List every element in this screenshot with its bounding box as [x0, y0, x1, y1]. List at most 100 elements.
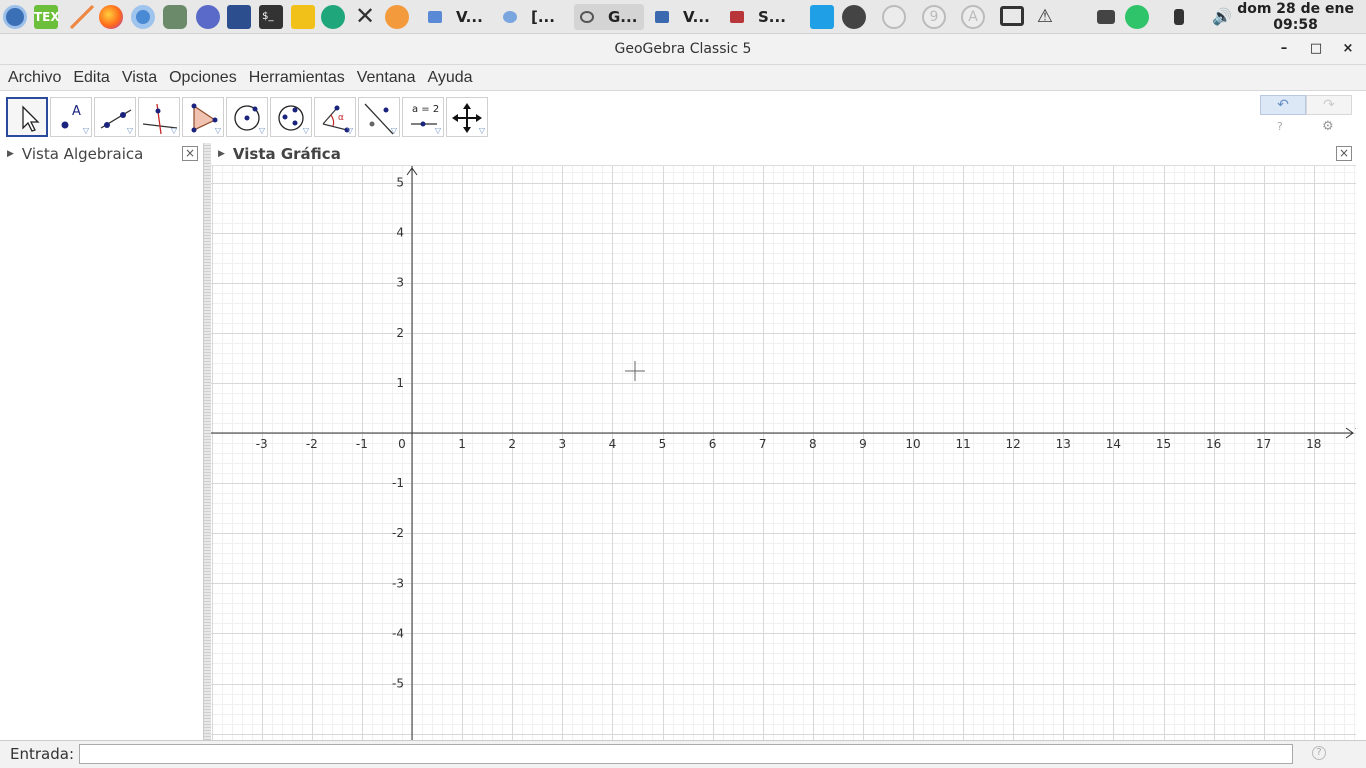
firefox-icon[interactable]: [99, 5, 123, 29]
menu-ventana[interactable]: Ventana: [357, 69, 416, 87]
menu-herramientas[interactable]: Herramientas: [249, 69, 345, 87]
y-tick-label: -4: [392, 626, 404, 640]
wifi-icon[interactable]: [1063, 5, 1091, 29]
network-graph-icon[interactable]: [196, 5, 220, 29]
line-tool-button[interactable]: ▽: [94, 97, 136, 137]
y-tick-label: 4: [396, 226, 404, 240]
coordinate-grid[interactable]: -3 -2 -1 0 1 2 3 4 5 6 7 8 9 10 11 12 13 14 15 16 17 18 54321…: [211, 166, 1356, 740]
mega-icon[interactable]: [810, 5, 834, 29]
sync-icon[interactable]: [321, 5, 345, 29]
close-graphics-view-button[interactable]: ×: [1336, 146, 1352, 161]
x-tick-label: 4: [609, 437, 617, 451]
angle-tool-button[interactable]: α ▽: [314, 97, 356, 137]
nine-icon[interactable]: 9: [922, 5, 946, 29]
x-tick-label: 9: [859, 437, 867, 451]
geogebra-launcher-icon[interactable]: [163, 5, 187, 29]
reflect-tool-button[interactable]: ▽: [358, 97, 400, 137]
chromium-icon[interactable]: [131, 5, 155, 29]
chevron-down-icon: ▽: [214, 126, 221, 135]
terminal-icon[interactable]: $_: [259, 5, 283, 29]
browser-icon: [503, 11, 517, 23]
input-help-icon[interactable]: ?: [1312, 746, 1326, 760]
collapse-arrow-icon[interactable]: ▶: [7, 149, 14, 159]
close-window-button[interactable]: ×: [1340, 41, 1356, 57]
clock[interactable]: dom 28 de ene 09:58: [1237, 1, 1354, 33]
redo-button[interactable]: ↷: [1306, 95, 1352, 115]
maximize-button[interactable]: □: [1308, 41, 1324, 57]
tex-icon[interactable]: TEX: [34, 5, 60, 29]
menu-ayuda[interactable]: Ayuda: [427, 69, 472, 87]
screen-icon[interactable]: [227, 5, 251, 29]
menu-vista[interactable]: Vista: [122, 69, 157, 87]
taskbar-window-4[interactable]: V...: [655, 4, 710, 30]
graphics-canvas[interactable]: -3 -2 -1 0 1 2 3 4 5 6 7 8 9 10 11 12 13 14 15 16 17 18 54321…: [211, 165, 1356, 740]
x-tick-label: 3: [558, 437, 566, 451]
polygon-tool-button[interactable]: ▽: [182, 97, 224, 137]
circle-tool-button[interactable]: ▽: [226, 97, 268, 137]
x-tick-label: 7: [759, 437, 767, 451]
gear-icon[interactable]: ⚙: [1322, 119, 1334, 134]
battery-icon[interactable]: [1174, 9, 1184, 25]
help-icon[interactable]: ?: [1277, 120, 1283, 133]
x-tick-label: 14: [1106, 437, 1121, 451]
monitor-icon[interactable]: [1000, 6, 1024, 26]
collapse-arrow-icon[interactable]: ▶: [218, 149, 225, 159]
camera-icon[interactable]: [1097, 10, 1115, 24]
graphics-view-title-wrap: ▶ Vista Gráfica: [211, 143, 341, 165]
y-tick-label: -5: [392, 677, 404, 691]
taskbar-window-label: [...: [531, 8, 555, 26]
chevron-down-icon: ▽: [82, 126, 89, 135]
slider-tool-button[interactable]: a = 2 ▽: [402, 97, 444, 137]
x-tick-label: 18: [1306, 437, 1321, 451]
chevron-down-icon: ▽: [390, 126, 397, 135]
taskbar-window-label: V...: [456, 8, 483, 26]
input-field[interactable]: [79, 744, 1293, 764]
menu-edita[interactable]: Edita: [73, 69, 109, 87]
algebra-view-title: Vista Algebraica: [21, 145, 144, 163]
y-tick-label: 1: [396, 376, 404, 390]
notes-icon[interactable]: [291, 5, 315, 29]
taskbar-window-label: G...: [608, 8, 638, 26]
keyboard-layout-icon[interactable]: A: [961, 5, 985, 29]
point-tool-button[interactable]: A ▽: [50, 97, 92, 137]
window-titlebar: GeoGebra Classic 5 – □ ×: [0, 34, 1366, 65]
undo-button[interactable]: ↶: [1260, 95, 1306, 115]
y-tick-label: -3: [392, 576, 404, 590]
algebra-view-panel: ▶ Vista Algebraica ×: [0, 143, 204, 740]
app-menu-icon[interactable]: [3, 5, 27, 29]
volume-icon[interactable]: 🔊: [1210, 5, 1234, 29]
x-tick-label: 0: [398, 437, 406, 451]
x-tick-label: -3: [256, 437, 268, 451]
system-taskbar: TEX $_ ✕ V... [... G... V... S... 9 A ⚠ …: [0, 0, 1366, 34]
x-close-app-icon[interactable]: ✕: [353, 4, 377, 29]
x-tick-label: 5: [659, 437, 667, 451]
taskbar-window-1[interactable]: V...: [428, 4, 483, 30]
move-view-tool-button[interactable]: ▽: [446, 97, 488, 137]
perpendicular-tool-button[interactable]: ▽: [138, 97, 180, 137]
side-panel-toggle-icon[interactable]: ◁: [1355, 423, 1356, 437]
menu-opciones[interactable]: Opciones: [169, 69, 237, 87]
chevron-down-icon: ▽: [126, 126, 133, 135]
conic-tool-button[interactable]: ▽: [270, 97, 312, 137]
x-tick-label: 10: [905, 437, 920, 451]
move-tool-button[interactable]: [6, 97, 48, 137]
taskbar-window-3[interactable]: G...: [574, 4, 644, 30]
presentation-icon: [730, 11, 744, 23]
tool-bar: A ▽ ▽ ▽ ▽ ▽ ▽ α ▽ ▽ a = 2 ▽ ▽ ↶ ↷ ? ⚙: [0, 91, 1366, 143]
panel-divider[interactable]: [204, 143, 211, 740]
bluetooth-icon[interactable]: [842, 5, 866, 29]
menu-archivo[interactable]: Archivo: [8, 69, 61, 87]
warning-icon[interactable]: ⚠: [1033, 5, 1057, 29]
minimize-button[interactable]: –: [1276, 41, 1292, 57]
info-icon[interactable]: [882, 5, 906, 29]
lock-icon[interactable]: [385, 5, 409, 29]
svg-text:A: A: [72, 104, 81, 119]
taskbar-window-2[interactable]: [...: [503, 4, 555, 30]
green-sync-icon[interactable]: [1125, 5, 1149, 29]
taskbar-window-5[interactable]: S...: [730, 4, 786, 30]
close-algebra-view-button[interactable]: ×: [182, 146, 198, 161]
pencil-icon[interactable]: [70, 5, 94, 29]
taskbar-window-label: S...: [758, 8, 786, 26]
geogebra-icon: [580, 11, 594, 23]
folder-icon: [655, 11, 669, 23]
